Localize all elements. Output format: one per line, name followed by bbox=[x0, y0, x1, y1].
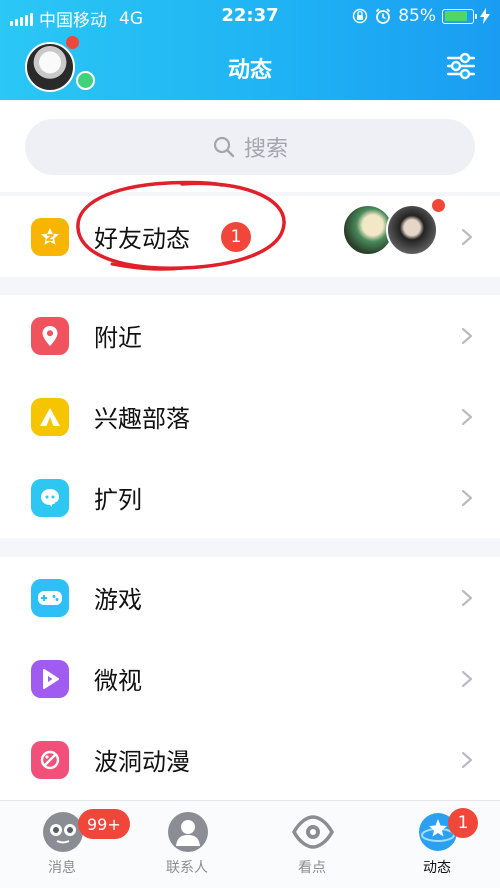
friend-avatar bbox=[386, 204, 438, 256]
search-placeholder: 搜索 bbox=[243, 137, 288, 162]
list-item-label: 好友动态 bbox=[94, 225, 190, 253]
section-entertainment: 游戏 微视 波洞动漫 bbox=[0, 557, 500, 800]
friends-feed-icon bbox=[31, 217, 69, 256]
chevron-right-icon bbox=[461, 327, 473, 344]
list-item-nearby[interactable]: 附近 bbox=[0, 295, 500, 376]
app-header: 中国移动 4G 22:37 85% 动态 bbox=[0, 0, 500, 100]
new-activity-dot bbox=[432, 199, 445, 212]
search-section: 搜索 bbox=[0, 100, 500, 192]
friend-avatars bbox=[342, 199, 445, 260]
battery-fill bbox=[444, 11, 468, 21]
list-item-label: 兴趣部落 bbox=[94, 405, 190, 433]
chat-plus-icon bbox=[31, 478, 69, 517]
list-item-games[interactable]: 游戏 bbox=[0, 557, 500, 638]
chevron-right-icon bbox=[461, 751, 473, 768]
alarm-icon bbox=[376, 8, 391, 24]
list-item-weishi[interactable]: 微视 bbox=[0, 638, 500, 719]
avatar-notification-dot bbox=[66, 36, 79, 49]
chevron-right-icon bbox=[461, 589, 473, 606]
notification-badge: 1 bbox=[221, 221, 251, 252]
tab-label: 动态 bbox=[423, 860, 451, 876]
list-item-label: 附近 bbox=[94, 324, 142, 352]
list-item-label: 游戏 bbox=[94, 586, 142, 614]
status-bar: 中国移动 4G 22:37 85% bbox=[0, 0, 500, 32]
list-item-expand-friends[interactable]: 扩列 bbox=[0, 457, 500, 538]
section-friends: 好友动态 1 bbox=[0, 196, 500, 277]
page-title: 动态 bbox=[227, 58, 272, 83]
tab-label: 联系人 bbox=[166, 860, 208, 876]
status-right: 85% bbox=[352, 6, 490, 26]
tent-icon bbox=[31, 397, 69, 436]
comic-icon bbox=[31, 740, 69, 779]
chevron-right-icon bbox=[461, 489, 473, 506]
chevron-right-icon bbox=[461, 228, 473, 245]
search-input[interactable]: 搜索 bbox=[25, 119, 475, 175]
sliders-icon[interactable] bbox=[446, 52, 476, 80]
battery-icon bbox=[442, 8, 477, 24]
section-discover: 附近 兴趣部落 扩列 bbox=[0, 295, 500, 538]
chevron-right-icon bbox=[461, 670, 473, 687]
unread-badge: 99+ bbox=[78, 809, 130, 839]
eye-icon bbox=[292, 815, 334, 849]
battery-percent: 85% bbox=[398, 6, 436, 26]
chevron-right-icon bbox=[461, 408, 473, 425]
tab-bar: 消息 99+ 联系人 看点 动态 bbox=[0, 800, 500, 888]
tab-label: 消息 bbox=[48, 860, 76, 876]
list-item-label: 扩列 bbox=[94, 486, 142, 514]
list-item-label: 微视 bbox=[94, 667, 142, 695]
tab-kandian[interactable]: 看点 bbox=[262, 801, 362, 888]
location-pin-icon bbox=[31, 316, 69, 355]
messages-icon bbox=[43, 812, 83, 852]
list-item-bodong-comics[interactable]: 波洞动漫 bbox=[0, 719, 500, 800]
contacts-icon bbox=[168, 812, 208, 852]
search-icon bbox=[213, 136, 235, 158]
tab-contacts[interactable]: 联系人 bbox=[137, 801, 237, 888]
charging-icon bbox=[480, 8, 490, 24]
list-item-interest-tribe[interactable]: 兴趣部落 bbox=[0, 376, 500, 457]
orientation-lock-icon bbox=[352, 8, 368, 24]
play-icon bbox=[31, 659, 69, 698]
tab-label: 看点 bbox=[298, 860, 326, 876]
tab-notification-badge: 1 bbox=[448, 808, 478, 838]
gamepad-icon bbox=[31, 578, 69, 617]
list-item-label: 波洞动漫 bbox=[94, 748, 190, 776]
list-item-friends-feed[interactable]: 好友动态 1 bbox=[0, 196, 500, 277]
